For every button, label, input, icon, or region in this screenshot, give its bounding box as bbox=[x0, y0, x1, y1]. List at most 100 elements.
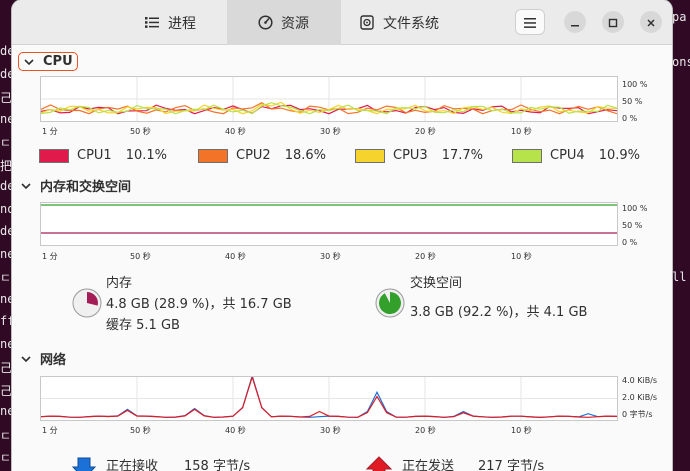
memory-x-label: 30 秒 bbox=[320, 252, 341, 261]
cpu-x-label: 10 秒 bbox=[511, 127, 532, 136]
background-terminal-right: pa ons ll bbox=[670, 0, 690, 471]
network-x-label: 10 秒 bbox=[511, 426, 532, 435]
tab-resources[interactable]: 资源 bbox=[227, 0, 341, 45]
network-sending: 正在发送 217 字节/s bbox=[366, 448, 544, 471]
tab-processes[interactable]: 进程 bbox=[112, 0, 227, 45]
cpu3-color-swatch[interactable] bbox=[355, 148, 385, 163]
memory-y-label-mid: 50 % bbox=[622, 221, 643, 230]
cpu-y-label-mid: 50 % bbox=[622, 97, 643, 106]
disk-icon bbox=[359, 15, 375, 31]
header-bar: 进程 资源 文件系统 bbox=[12, 0, 672, 45]
chevron-down-icon bbox=[21, 355, 31, 362]
memory-cache: 缓存 5.1 GB bbox=[106, 318, 180, 333]
cpu-x-label: 20 秒 bbox=[415, 127, 436, 136]
cpu-section-toggle[interactable]: CPU bbox=[18, 52, 78, 71]
swap-usage: 3.8 GB (92.2 %)，共 4.1 GB bbox=[410, 305, 588, 320]
close-icon bbox=[646, 13, 656, 32]
cpu2-legend: CPU2 18.6% bbox=[198, 148, 326, 163]
terminal-fragment: ons bbox=[672, 55, 690, 69]
memory-x-label: 20 秒 bbox=[415, 252, 436, 261]
cpu-y-label-max: 100 % bbox=[622, 80, 648, 89]
cpu1-color-swatch[interactable] bbox=[39, 148, 69, 163]
chevron-down-icon bbox=[24, 58, 34, 65]
network-x-label: 50 秒 bbox=[130, 426, 151, 435]
maximize-button[interactable] bbox=[602, 11, 624, 33]
memory-label: 内存 bbox=[106, 276, 133, 291]
cpu-x-label: 40 秒 bbox=[225, 127, 246, 136]
minimize-icon bbox=[570, 13, 580, 32]
chevron-down-icon bbox=[21, 182, 31, 189]
terminal-fragment: pa bbox=[672, 10, 687, 24]
memory-x-label: 40 秒 bbox=[225, 252, 246, 261]
tab-processes-label: 进程 bbox=[168, 15, 196, 32]
swap-label: 交换空间 bbox=[410, 276, 463, 291]
cpu3-value: 17.7% bbox=[441, 148, 484, 163]
list-icon bbox=[144, 15, 160, 31]
terminal-fragment: ㄷ bbox=[0, 136, 12, 150]
terminal-fragment: ㄷ bbox=[0, 451, 12, 465]
cpu2-value: 18.6% bbox=[284, 148, 327, 163]
tab-filesystems-label: 文件系统 bbox=[383, 15, 439, 32]
cpu1-legend: CPU1 10.1% bbox=[39, 148, 167, 163]
memory-usage: 4.8 GB (28.9 %)，共 16.7 GB bbox=[106, 297, 292, 312]
network-x-label: 30 秒 bbox=[320, 426, 341, 435]
sending-label: 正在发送 bbox=[402, 458, 455, 471]
hamburger-icon bbox=[524, 13, 536, 32]
cpu4-legend: CPU4 10.9% bbox=[512, 148, 640, 163]
receiving-value: 158 字节/s bbox=[184, 458, 251, 471]
memory-x-label: 50 秒 bbox=[130, 252, 151, 261]
swap-info: 交换空间 3.8 GB (92.2 %)，共 4.1 GB bbox=[410, 273, 587, 323]
download-arrow-icon[interactable] bbox=[72, 456, 96, 471]
main-menu-button[interactable] bbox=[515, 9, 545, 35]
sending-value: 217 字节/s bbox=[478, 458, 545, 471]
close-button[interactable] bbox=[640, 11, 662, 33]
memory-info: 内存 4.8 GB (28.9 %)，共 16.7 GB 缓存 5.1 GB bbox=[106, 273, 292, 336]
tab-resources-label: 资源 bbox=[281, 15, 309, 32]
cpu-x-label: 50 秒 bbox=[130, 127, 151, 136]
network-x-label: 20 秒 bbox=[415, 426, 436, 435]
network-y-label-max: 4.0 KiB/s bbox=[622, 376, 658, 385]
network-section-toggle[interactable]: 网络 bbox=[20, 349, 66, 368]
memory-y-label-max: 100 % bbox=[622, 204, 648, 213]
cpu-x-label: 1 分 bbox=[42, 127, 58, 136]
minimize-button[interactable] bbox=[564, 11, 586, 33]
cpu1-value: 10.1% bbox=[125, 148, 168, 163]
cpu3-legend: CPU3 17.7% bbox=[355, 148, 483, 163]
terminal-fragment: 把 bbox=[0, 158, 13, 173]
cpu3-name: CPU3 bbox=[393, 148, 428, 163]
memory-x-label: 1 分 bbox=[42, 252, 58, 261]
memory-history-graph bbox=[40, 202, 618, 246]
network-y-label-mid: 2.0 KiB/s bbox=[622, 393, 658, 402]
network-x-label: 40 秒 bbox=[225, 426, 246, 435]
memory-section-title: 内存和交换空间 bbox=[40, 180, 132, 195]
tab-filesystems[interactable]: 文件系统 bbox=[341, 0, 481, 45]
swap-pie-chart[interactable] bbox=[375, 288, 405, 318]
memory-y-label-min: 0 % bbox=[622, 238, 638, 247]
network-x-label: 1 分 bbox=[42, 426, 58, 435]
upload-arrow-icon[interactable] bbox=[366, 456, 392, 471]
cpu4-color-swatch[interactable] bbox=[512, 148, 542, 163]
system-monitor-window: 进程 资源 文件系统 CPU 100 % 50 % 0 % 1 分 50 秒 4… bbox=[12, 0, 672, 471]
gauge-icon bbox=[257, 15, 273, 31]
network-receiving: 正在接收 158 字节/s bbox=[72, 448, 250, 471]
network-history-graph bbox=[40, 373, 618, 421]
terminal-fragment: ㄷ bbox=[0, 271, 12, 285]
cpu-section-title: CPU bbox=[43, 54, 73, 69]
cpu2-color-swatch[interactable] bbox=[198, 148, 228, 163]
terminal-fragment: ㄷ bbox=[0, 428, 12, 443]
memory-section-toggle[interactable]: 内存和交换空间 bbox=[20, 176, 131, 195]
network-y-label-min: 0 字节/s bbox=[622, 410, 653, 419]
cpu-history-graph bbox=[40, 76, 618, 122]
cpu4-value: 10.9% bbox=[598, 148, 641, 163]
terminal-fragment: ll bbox=[672, 270, 687, 284]
network-section-title: 网络 bbox=[40, 353, 67, 368]
cpu4-name: CPU4 bbox=[550, 148, 585, 163]
maximize-icon bbox=[608, 13, 618, 32]
receiving-label: 正在接收 bbox=[106, 458, 159, 471]
cpu2-name: CPU2 bbox=[236, 148, 271, 163]
memory-pie-chart[interactable] bbox=[72, 288, 102, 318]
cpu-x-label: 30 秒 bbox=[320, 127, 341, 136]
cpu-y-label-min: 0 % bbox=[622, 114, 638, 123]
memory-x-label: 10 秒 bbox=[511, 252, 532, 261]
cpu1-name: CPU1 bbox=[77, 148, 112, 163]
